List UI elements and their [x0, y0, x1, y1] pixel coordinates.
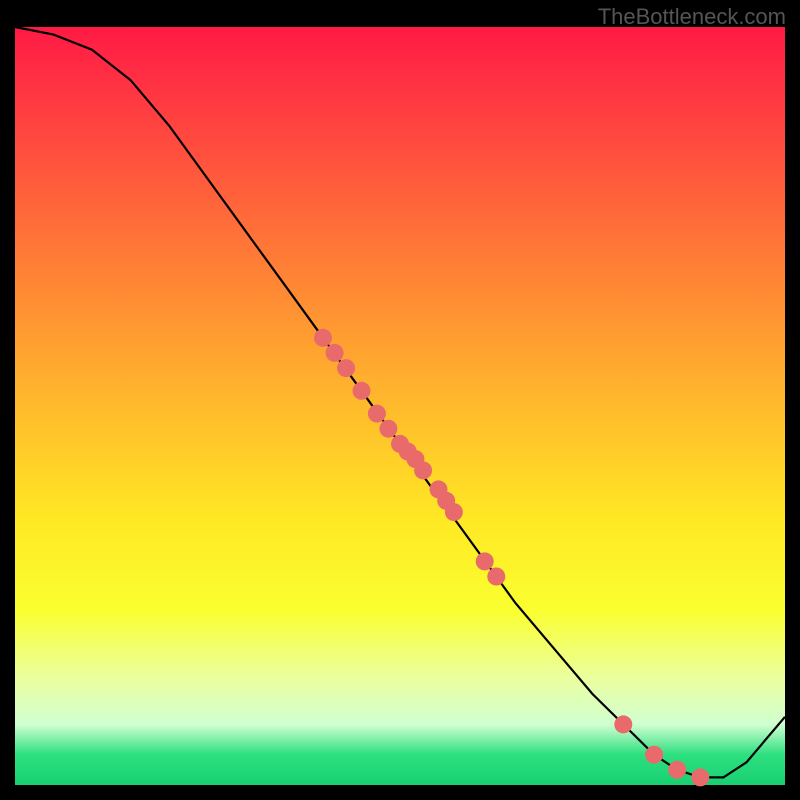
data-marker [487, 568, 505, 586]
data-marker [476, 552, 494, 570]
bottleneck-curve [15, 27, 785, 777]
data-marker [691, 768, 709, 786]
chart-svg [15, 27, 785, 785]
data-marker [368, 405, 386, 423]
data-marker [337, 359, 355, 377]
data-marker [614, 715, 632, 733]
watermark-text: TheBottleneck.com [598, 4, 786, 30]
data-marker [379, 420, 397, 438]
data-marker [645, 746, 663, 764]
data-marker [414, 461, 432, 479]
data-marker [668, 761, 686, 779]
data-marker [314, 329, 332, 347]
data-markers [314, 329, 709, 787]
data-marker [445, 503, 463, 521]
data-marker [326, 344, 344, 362]
data-marker [353, 382, 371, 400]
